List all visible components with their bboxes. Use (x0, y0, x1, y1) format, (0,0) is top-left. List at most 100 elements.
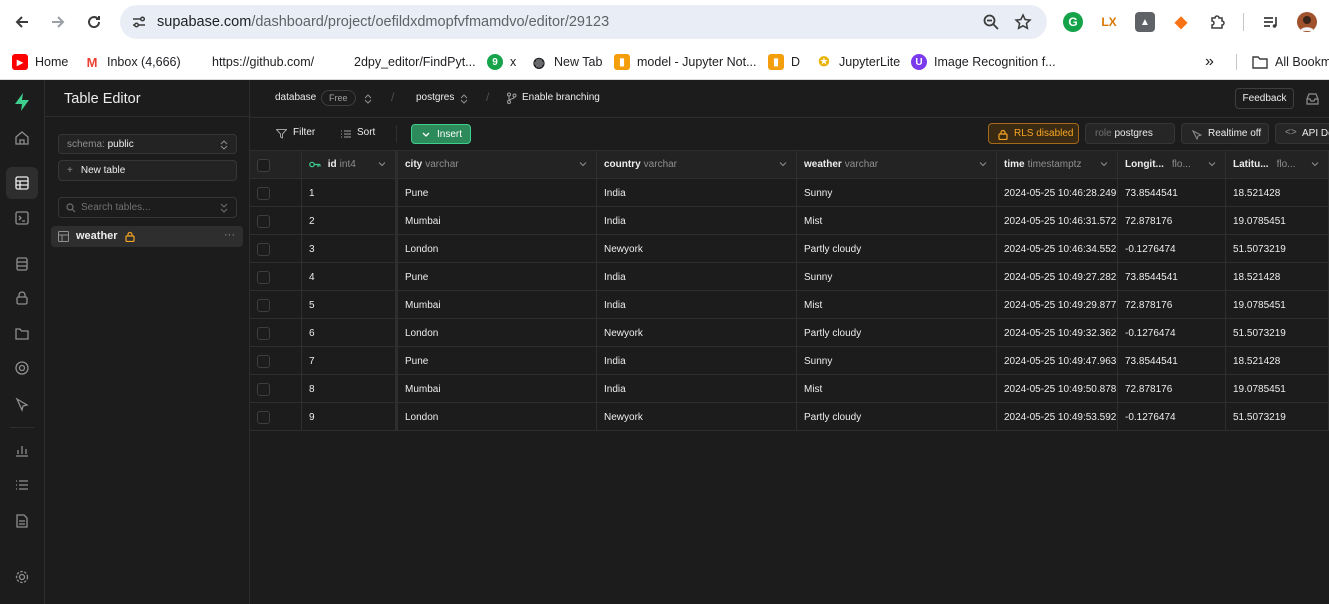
table-cell[interactable]: Mist (797, 207, 997, 235)
profile-avatar[interactable] (1297, 12, 1317, 32)
feedback-button[interactable]: Feedback (1235, 88, 1294, 109)
row-checkbox[interactable] (257, 187, 270, 200)
chevron-down-icon[interactable] (1208, 160, 1216, 168)
table-cell[interactable]: -0.1276474 (1118, 403, 1226, 431)
column-header-city[interactable]: city varchar (396, 151, 597, 179)
column-header-id[interactable]: id int4 (302, 151, 396, 179)
table-row[interactable]: 8 Mumbai India Mist 2024-05-25 10:49:50.878 7… (250, 375, 1329, 403)
column-header-country[interactable]: country varchar (597, 151, 797, 179)
table-cell[interactable]: London (396, 403, 597, 431)
api-docs-icon[interactable] (12, 511, 32, 531)
collapse-icon[interactable] (220, 203, 228, 213)
table-cell[interactable]: 18.521428 (1226, 347, 1329, 375)
back-icon[interactable] (10, 10, 34, 34)
table-cell[interactable]: 19.0785451 (1226, 291, 1329, 319)
chevron-down-icon[interactable] (1100, 160, 1108, 168)
settings-gear-icon[interactable] (12, 567, 32, 587)
table-cell[interactable]: India (597, 179, 797, 207)
reports-icon[interactable] (12, 440, 32, 460)
table-cell[interactable]: 73.8544541 (1118, 347, 1226, 375)
row-checkbox[interactable] (257, 383, 270, 396)
table-cell[interactable]: Mist (797, 291, 997, 319)
table-cell[interactable]: India (597, 347, 797, 375)
extensions-puzzle-icon[interactable] (1207, 12, 1227, 32)
chevron-updown-icon[interactable] (460, 94, 468, 104)
table-cell[interactable]: 72.878176 (1118, 375, 1226, 403)
table-row[interactable]: 9 London Newyork Partly cloudy 2024-05-25 10… (250, 403, 1329, 431)
column-header-weather[interactable]: weather varchar (797, 151, 997, 179)
table-cell[interactable]: 51.5073219 (1226, 235, 1329, 263)
table-cell[interactable]: India (597, 291, 797, 319)
logs-icon[interactable] (12, 475, 32, 495)
role-selector[interactable]: role postgres (1085, 123, 1175, 144)
table-editor-icon[interactable] (6, 167, 38, 199)
table-cell[interactable]: India (597, 375, 797, 403)
table-row[interactable]: 3 London Newyork Partly cloudy 2024-05-25 10… (250, 235, 1329, 263)
bookmark-d[interactable]: ▮ D (768, 52, 800, 72)
row-checkbox[interactable] (257, 411, 270, 424)
chevron-updown-icon[interactable] (364, 94, 372, 104)
table-cell[interactable]: Mumbai (396, 291, 597, 319)
table-cell[interactable]: Partly cloudy (797, 235, 997, 263)
table-cell[interactable]: 6 (302, 319, 396, 347)
table-cell[interactable]: London (396, 319, 597, 347)
bookmark-findpy[interactable]: 2dpy_editor/FindPyt... (354, 52, 476, 72)
table-row[interactable]: 5 Mumbai India Mist 2024-05-25 10:49:29.877 7… (250, 291, 1329, 319)
table-cell[interactable]: 18.521428 (1226, 179, 1329, 207)
table-cell[interactable]: 2024-05-25 10:49:53.592 (997, 403, 1118, 431)
table-cell[interactable]: 51.5073219 (1226, 319, 1329, 347)
edge-functions-icon[interactable] (12, 394, 32, 414)
chevron-down-icon[interactable] (779, 160, 787, 168)
extension-lx-icon[interactable]: LX (1099, 12, 1119, 32)
realtime-toggle-button[interactable]: Realtime off (1181, 123, 1269, 144)
table-cell[interactable]: 2024-05-25 10:49:50.878 (997, 375, 1118, 403)
table-cell[interactable]: 72.878176 (1118, 291, 1226, 319)
table-cell[interactable]: 73.8544541 (1118, 263, 1226, 291)
table-cell[interactable]: Sunny (797, 347, 997, 375)
rls-disabled-button[interactable]: RLS disabled (988, 123, 1079, 144)
auth-icon[interactable] (12, 288, 32, 308)
enable-branching-button[interactable]: Enable branching (522, 92, 600, 103)
table-cell[interactable]: -0.1276474 (1118, 235, 1226, 263)
filter-button[interactable]: Filter (293, 127, 315, 138)
search-tables-input[interactable]: Search tables... (58, 197, 237, 218)
bookmark-inbox[interactable]: M Inbox (4,666) (84, 52, 181, 72)
table-cell[interactable]: Partly cloudy (797, 319, 997, 347)
table-cell[interactable]: 51.5073219 (1226, 403, 1329, 431)
bookmark-star-icon[interactable] (1014, 13, 1032, 31)
table-cell[interactable]: Sunny (797, 179, 997, 207)
table-cell[interactable]: 1 (302, 179, 396, 207)
bookmark-new-tab[interactable]: ◍ New Tab (531, 52, 602, 72)
table-cell[interactable]: Pune (396, 263, 597, 291)
table-cell[interactable]: 72.878176 (1118, 207, 1226, 235)
bookmark-x[interactable]: 9x (487, 52, 516, 72)
sidebar-item-weather[interactable]: weather ··· (51, 226, 243, 247)
table-cell[interactable]: 2024-05-25 10:49:29.877 (997, 291, 1118, 319)
row-checkbox[interactable] (257, 215, 270, 228)
table-row[interactable]: 4 Pune India Sunny 2024-05-25 10:49:27.282 73… (250, 263, 1329, 291)
chevron-down-icon[interactable] (378, 160, 386, 168)
table-cell[interactable]: 3 (302, 235, 396, 263)
api-docs-button[interactable]: <> API Do (1275, 123, 1329, 144)
bookmark-jupyterlite[interactable]: ✪ JupyterLite (816, 52, 900, 72)
forward-icon[interactable] (46, 10, 70, 34)
table-cell[interactable]: 8 (302, 375, 396, 403)
sort-button[interactable]: Sort (357, 127, 375, 138)
select-all-checkbox[interactable] (257, 159, 270, 172)
breadcrumb-database[interactable]: database (275, 92, 316, 103)
new-table-button[interactable]: + New table (58, 160, 237, 181)
table-cell[interactable]: 9 (302, 403, 396, 431)
table-cell[interactable]: 73.8544541 (1118, 179, 1226, 207)
realtime-icon[interactable] (12, 358, 32, 378)
sql-editor-icon[interactable] (12, 208, 32, 228)
table-cell[interactable]: Mist (797, 375, 997, 403)
table-cell[interactable]: Partly cloudy (797, 403, 997, 431)
table-cell[interactable]: 19.0785451 (1226, 375, 1329, 403)
table-cell[interactable]: 18.521428 (1226, 263, 1329, 291)
site-info-icon[interactable] (130, 13, 148, 31)
table-cell[interactable]: 2 (302, 207, 396, 235)
bookmark-jupyter-notebook[interactable]: ▮ model - Jupyter Not... (614, 52, 757, 72)
reload-icon[interactable] (82, 10, 106, 34)
table-cell[interactable]: Sunny (797, 263, 997, 291)
table-cell[interactable]: Pune (396, 179, 597, 207)
